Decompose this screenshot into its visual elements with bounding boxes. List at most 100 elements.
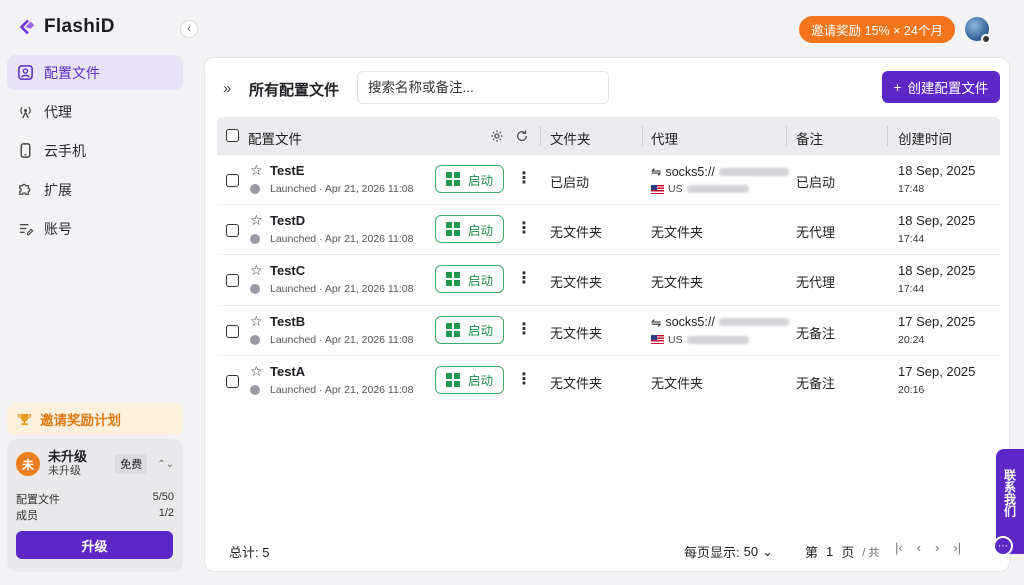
table-row[interactable]: ☆ TestB Launched · Apr 21, 2026 11:08 启动… bbox=[217, 306, 1000, 356]
start-label: 启动 bbox=[467, 324, 493, 339]
logo-icon bbox=[19, 19, 35, 35]
next-page-icon[interactable]: › bbox=[935, 540, 939, 555]
plus-icon: + bbox=[893, 79, 902, 95]
expand-icon[interactable]: » bbox=[223, 80, 231, 97]
star-icon[interactable]: ☆ bbox=[250, 363, 263, 380]
start-label: 启动 bbox=[467, 173, 493, 188]
redacted-ip bbox=[686, 335, 749, 344]
prev-page-icon[interactable]: ‹ bbox=[917, 540, 921, 555]
page-prefix: 第 bbox=[805, 545, 819, 560]
column-header-proxy: 代理 bbox=[651, 132, 678, 147]
launched-time: Launched · Apr 21, 2026 11:08 bbox=[270, 183, 414, 195]
chevron-down-icon: ⌄ bbox=[762, 543, 773, 559]
row-checkbox[interactable] bbox=[226, 224, 239, 238]
row-checkbox[interactable] bbox=[226, 324, 239, 338]
sidebar-item-accounts[interactable]: 账号 bbox=[7, 211, 183, 246]
profile-name[interactable]: TestB bbox=[270, 314, 305, 329]
row-checkbox[interactable] bbox=[226, 274, 239, 288]
profiles-panel: » 所有配置文件 + 创建配置文件 配置文件 文件夹 代理 备注 创建时间 ☆ … bbox=[204, 57, 1010, 572]
proxy-cell: 无文件夹 bbox=[651, 375, 704, 391]
upgrade-button[interactable]: 升级 bbox=[16, 531, 173, 559]
table-row[interactable]: ☆ TestD Launched · Apr 21, 2026 11:08 启动… bbox=[217, 205, 1000, 256]
profile-name[interactable]: TestC bbox=[270, 263, 305, 278]
more-options-icon[interactable]: ⋮ bbox=[516, 321, 532, 338]
star-icon[interactable]: ☆ bbox=[250, 162, 263, 179]
search-input[interactable] bbox=[357, 71, 609, 104]
more-options-icon[interactable]: ⋮ bbox=[516, 221, 532, 237]
profile-name[interactable]: TestA bbox=[270, 364, 305, 379]
plan-switcher[interactable]: 未 未升级 未升级 免费 ⌃⌄ bbox=[16, 449, 174, 479]
created-date: 18 Sep, 2025 bbox=[898, 263, 976, 279]
clock-icon bbox=[250, 234, 260, 245]
page-number-input[interactable]: 1 bbox=[826, 544, 833, 559]
row-checkbox[interactable] bbox=[226, 174, 239, 187]
select-all-checkbox[interactable] bbox=[226, 129, 239, 142]
column-divider bbox=[642, 126, 643, 146]
start-button[interactable]: 启动 bbox=[435, 365, 504, 394]
start-label: 启动 bbox=[467, 273, 493, 288]
pagination: |‹ ‹ › ›| bbox=[895, 540, 961, 555]
created-date: 18 Sep, 2025 bbox=[898, 213, 976, 229]
redacted-ip bbox=[686, 185, 749, 193]
refresh-icon[interactable] bbox=[515, 129, 529, 143]
more-options-icon[interactable]: ⋮ bbox=[516, 271, 532, 287]
start-button[interactable]: 启动 bbox=[435, 165, 504, 193]
created-date: 18 Sep, 2025 bbox=[898, 163, 976, 178]
created-time: 20:24 bbox=[898, 333, 925, 346]
proxy-location: US bbox=[651, 183, 749, 195]
proxy-type-icon: ⇋ bbox=[651, 165, 662, 179]
gear-icon[interactable] bbox=[490, 129, 504, 143]
sidebar-item-label: 配置文件 bbox=[44, 64, 100, 81]
profile-name[interactable]: TestD bbox=[270, 213, 305, 228]
clock-icon bbox=[250, 184, 260, 194]
clock-icon bbox=[250, 334, 260, 345]
sidebar-item-proxy[interactable]: 代理 bbox=[7, 94, 183, 129]
sidebar-nav: 配置文件 代理 云手机 扩展 账号 bbox=[7, 55, 183, 250]
create-profile-button[interactable]: + 创建配置文件 bbox=[882, 71, 1000, 103]
proxy-cell: 无文件夹 bbox=[651, 225, 704, 241]
column-divider bbox=[887, 126, 888, 146]
windows-icon bbox=[445, 172, 460, 186]
plan-profiles-row: 配置文件 5/50 bbox=[16, 491, 174, 507]
invite-plan-link[interactable]: 邀请奖励计划 bbox=[7, 403, 183, 435]
logo[interactable]: FlashiD bbox=[16, 16, 115, 38]
more-options-icon[interactable]: ⋮ bbox=[516, 371, 532, 388]
invite-reward-button[interactable]: 邀请奖励 15% × 24个月 bbox=[799, 16, 955, 43]
star-icon[interactable]: ☆ bbox=[250, 262, 263, 279]
first-page-icon[interactable]: |‹ bbox=[895, 540, 903, 555]
per-page-select[interactable]: 每页显示: 50 ⌄ bbox=[684, 542, 773, 561]
profile-name[interactable]: TestE bbox=[270, 163, 304, 178]
more-options-icon[interactable]: ⋮ bbox=[516, 171, 532, 187]
avatar-status-icon bbox=[981, 34, 991, 44]
plan-name: 未升级 bbox=[48, 449, 88, 464]
star-icon[interactable]: ☆ bbox=[250, 313, 263, 330]
table-row[interactable]: ☆ TestE Launched · Apr 21, 2026 11:08 启动… bbox=[217, 155, 1000, 206]
clock-icon bbox=[250, 284, 260, 295]
table-row[interactable]: ☆ TestA Launched · Apr 21, 2026 11:08 启动… bbox=[217, 356, 1000, 406]
sidebar-item-cloud-phone[interactable]: 云手机 bbox=[7, 133, 183, 168]
created-time: 17:44 bbox=[898, 233, 925, 246]
page-indicator: 第 1 页 / 共 bbox=[805, 542, 879, 561]
start-button[interactable]: 启动 bbox=[435, 265, 504, 294]
phone-icon bbox=[20, 143, 31, 158]
created-time: 17:44 bbox=[898, 283, 925, 296]
sidebar: FlashiD 配置文件 代理 云手机 扩展 账号 邀请奖励计划 未 未升级 未… bbox=[0, 0, 190, 585]
table-row[interactable]: ☆ TestC Launched · Apr 21, 2026 11:08 启动… bbox=[217, 255, 1000, 306]
table-header: 配置文件 文件夹 代理 备注 创建时间 bbox=[217, 117, 1000, 155]
plan-members-value: 1/2 bbox=[158, 507, 174, 519]
start-button[interactable]: 启动 bbox=[435, 215, 504, 244]
column-divider bbox=[786, 126, 787, 146]
column-header-profile: 配置文件 bbox=[248, 132, 302, 147]
sidebar-item-label: 扩展 bbox=[44, 181, 72, 198]
start-button[interactable]: 启动 bbox=[435, 315, 504, 344]
star-icon[interactable]: ☆ bbox=[250, 212, 263, 229]
sidebar-item-profiles[interactable]: 配置文件 bbox=[7, 55, 183, 90]
row-checkbox[interactable] bbox=[226, 374, 239, 388]
folder-cell: 无文件夹 bbox=[550, 225, 603, 241]
collapse-sidebar-icon[interactable]: ‹ bbox=[180, 20, 198, 38]
redacted-host bbox=[718, 318, 789, 327]
sidebar-item-extensions[interactable]: 扩展 bbox=[7, 172, 183, 207]
chat-icon[interactable]: ⋯ bbox=[993, 536, 1013, 556]
last-page-icon[interactable]: ›| bbox=[953, 540, 961, 555]
windows-icon bbox=[445, 322, 460, 337]
